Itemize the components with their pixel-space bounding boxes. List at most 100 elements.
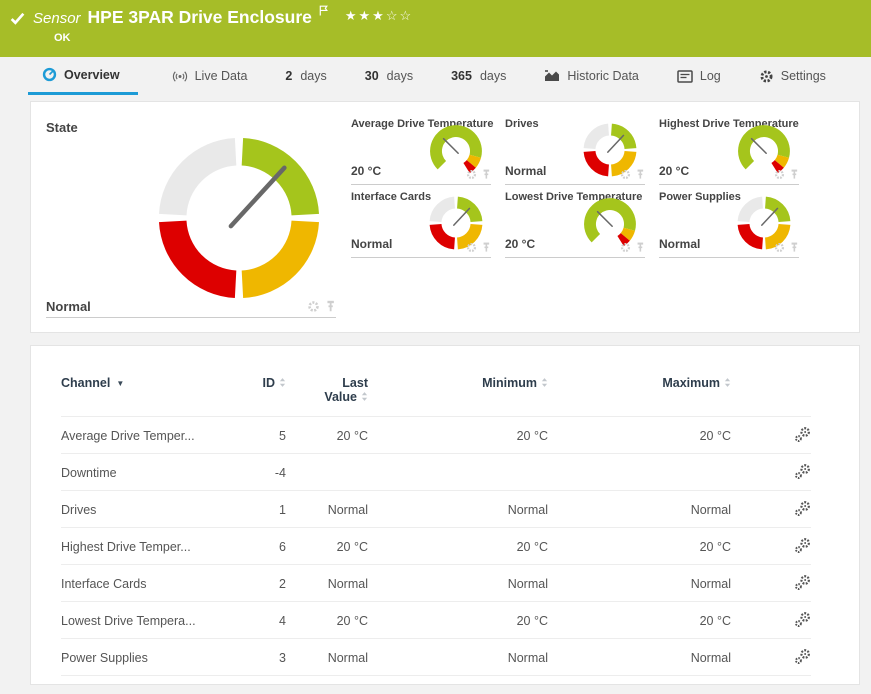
channel-maximum: 20 °C <box>548 528 731 565</box>
channel-id: 6 <box>226 528 286 565</box>
tab-number: 365 <box>451 69 472 83</box>
gauge-value: Normal <box>351 237 392 251</box>
area-chart-icon <box>544 69 560 83</box>
tab-label: days <box>480 69 506 83</box>
tab-bar: Overview Live Data 2 days 30 days 365 da… <box>0 57 871 95</box>
channel-id: 2 <box>226 565 286 602</box>
channel-id: 4 <box>226 602 286 639</box>
channel-maximum: 20 °C <box>548 417 731 454</box>
column-header-minimum[interactable]: Minimum <box>368 368 548 417</box>
gauge-value: 20 °C <box>505 237 535 251</box>
gear-pin-icons[interactable] <box>619 168 645 181</box>
tab-label: Log <box>700 69 721 83</box>
mini-gauge-power-supplies[interactable]: Power Supplies Normal <box>659 185 799 258</box>
channel-id: -4 <box>226 454 286 491</box>
gauge-icon <box>42 67 57 82</box>
gauge-value: 20 °C <box>351 164 381 178</box>
channel-minimum: Normal <box>368 676 548 686</box>
ok-check-icon <box>9 10 26 27</box>
channel-name[interactable]: Lowest Drive Tempera... <box>61 602 226 639</box>
column-header-maximum[interactable]: Maximum <box>548 368 731 417</box>
gear-pin-icons[interactable] <box>619 241 645 254</box>
channel-settings-icon[interactable] <box>794 648 811 664</box>
channel-last-value: Normal <box>286 676 368 686</box>
channel-settings-icon[interactable] <box>794 463 811 479</box>
gauge-value: Normal <box>659 237 700 251</box>
channel-settings-icon[interactable] <box>794 500 811 516</box>
table-row[interactable]: Lowest Drive Tempera... 4 20 °C 20 °C 20… <box>61 602 811 639</box>
table-row[interactable]: Highest Drive Temper... 6 20 °C 20 °C 20… <box>61 528 811 565</box>
channel-minimum <box>368 454 548 491</box>
table-row[interactable]: Average Drive Temper... 5 20 °C 20 °C 20… <box>61 417 811 454</box>
stars-empty: ☆☆ <box>386 8 413 23</box>
channel-name[interactable]: Drives <box>61 491 226 528</box>
tab-overview[interactable]: Overview <box>28 57 138 95</box>
channel-minimum: Normal <box>368 639 548 676</box>
sensor-kind-label: Sensor <box>33 10 81 27</box>
gear-pin-icons[interactable] <box>465 168 491 181</box>
sensor-title: HPE 3PAR Drive Enclosure <box>88 7 312 28</box>
channel-last-value: Normal <box>286 565 368 602</box>
gear-pin-icons[interactable] <box>773 241 799 254</box>
tab-number: 30 <box>365 69 379 83</box>
channel-name[interactable]: Average Drive Temper... <box>61 417 226 454</box>
sort-icon <box>724 377 731 388</box>
channel-minimum: 20 °C <box>368 417 548 454</box>
tab-live-data[interactable]: Live Data <box>168 57 252 95</box>
tab-label: Overview <box>64 68 120 82</box>
tab-number: 2 <box>285 69 292 83</box>
gauge-value: Normal <box>46 299 91 314</box>
table-row[interactable]: Downtime -4 <box>61 454 811 491</box>
channel-name[interactable]: State <box>61 676 226 686</box>
channel-last-value <box>286 454 368 491</box>
mini-gauge-grid: Average Drive Temperature 20 °C Drives N… <box>351 112 799 322</box>
stars-filled: ★★★ <box>345 8 386 23</box>
gear-pin-icons[interactable] <box>465 241 491 254</box>
table-row[interactable]: Drives 1 Normal Normal Normal <box>61 491 811 528</box>
tab-label: Settings <box>781 69 826 83</box>
state-gauge <box>158 137 320 299</box>
channel-name[interactable]: Power Supplies <box>61 639 226 676</box>
table-row[interactable]: Interface Cards 2 Normal Normal Normal <box>61 565 811 602</box>
gauge-value: Normal <box>505 164 546 178</box>
channel-maximum <box>548 454 731 491</box>
channel-settings-icon[interactable] <box>794 537 811 553</box>
column-header-last-value[interactable]: Last Value <box>286 368 368 417</box>
channel-last-value: 20 °C <box>286 528 368 565</box>
gauges-panel: State Normal Average Drive Temperature 2… <box>30 101 860 333</box>
tab-365-days[interactable]: 365 days <box>447 57 510 95</box>
sort-icon <box>279 377 286 388</box>
priority-stars[interactable]: ★★★☆☆ <box>345 8 413 24</box>
mini-gauge-highest-drive-temperature[interactable]: Highest Drive Temperature 20 °C <box>659 112 799 185</box>
channel-settings-icon[interactable] <box>794 574 811 590</box>
gear-icon <box>759 69 774 84</box>
channel-name[interactable]: Interface Cards <box>61 565 226 602</box>
channel-name[interactable]: Highest Drive Temper... <box>61 528 226 565</box>
table-row[interactable]: Power Supplies 3 Normal Normal Normal <box>61 639 811 676</box>
table-row[interactable]: State 0 Normal Normal Normal <box>61 676 811 686</box>
channel-settings-icon[interactable] <box>794 611 811 627</box>
mini-gauge-lowest-drive-temperature[interactable]: Lowest Drive Temperature 20 °C <box>505 185 645 258</box>
column-header-id[interactable]: ID <box>226 368 286 417</box>
mini-gauge-avg-drive-temperature[interactable]: Average Drive Temperature 20 °C <box>351 112 491 185</box>
channel-settings-icon[interactable] <box>794 426 811 442</box>
tab-settings[interactable]: Settings <box>755 57 830 95</box>
tab-30-days[interactable]: 30 days <box>361 57 417 95</box>
channel-last-value: 20 °C <box>286 417 368 454</box>
channel-name[interactable]: Downtime <box>61 454 226 491</box>
tab-label: days <box>300 69 326 83</box>
gear-pin-icons[interactable] <box>773 168 799 181</box>
channels-panel: Channel▼ ID Last Value Minimum Maximum <box>30 345 860 685</box>
priority-flag-icon[interactable] <box>318 4 329 17</box>
tab-2-days[interactable]: 2 days <box>281 57 330 95</box>
tab-log[interactable]: Log <box>673 57 725 95</box>
tab-historic-data[interactable]: Historic Data <box>540 57 643 95</box>
sort-icon <box>541 377 548 388</box>
gear-pin-icons[interactable] <box>306 299 336 314</box>
channel-maximum: Normal <box>548 565 731 602</box>
channel-id: 3 <box>226 639 286 676</box>
state-gauge-panel[interactable]: State Normal <box>46 112 351 322</box>
column-header-channel[interactable]: Channel▼ <box>61 368 226 417</box>
mini-gauge-interface-cards[interactable]: Interface Cards Normal <box>351 185 491 258</box>
mini-gauge-drives[interactable]: Drives Normal <box>505 112 645 185</box>
